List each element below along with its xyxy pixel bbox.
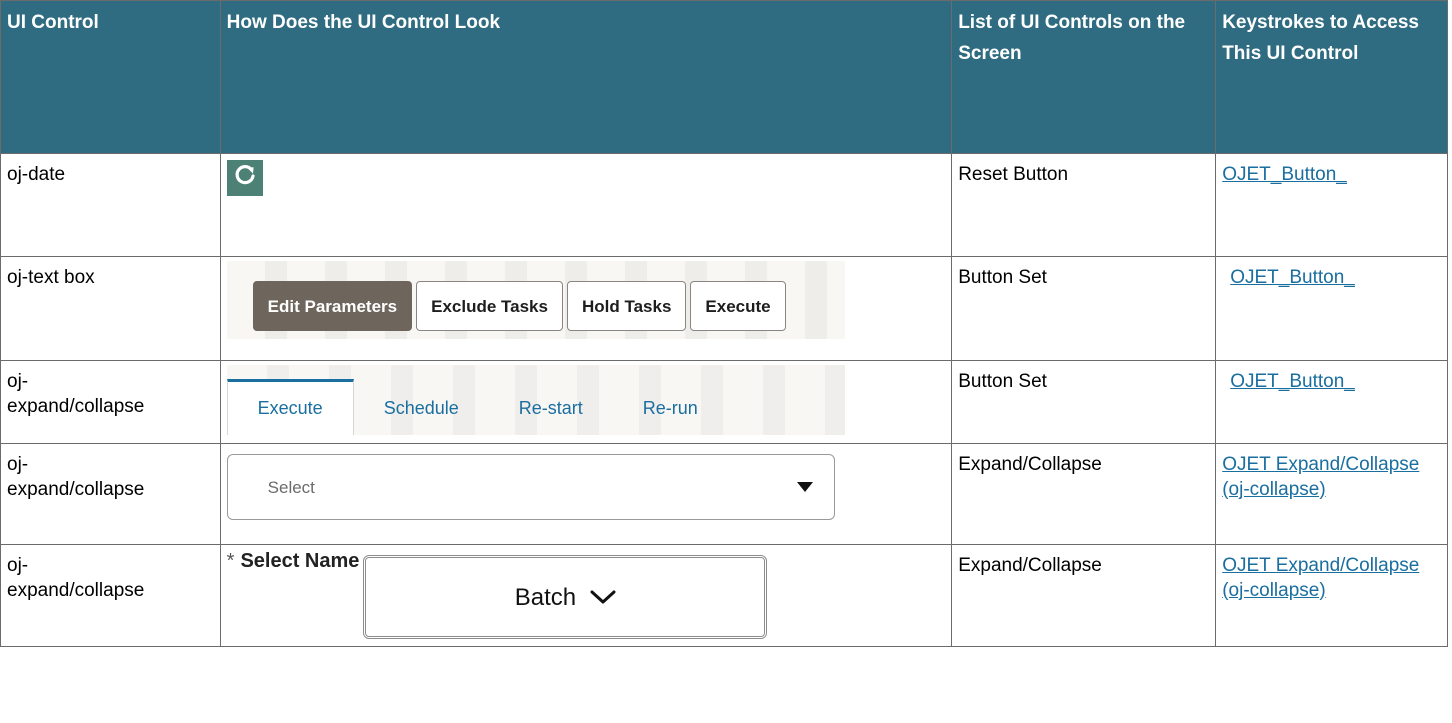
header-how-look: How Does the UI Control Look [219, 0, 953, 154]
header-row: UI Control How Does the UI Control Look … [0, 0, 1448, 154]
button-set-preview: Edit Parameters Exclude Tasks Hold Tasks… [226, 261, 845, 339]
select-name-label: * Select Name [227, 549, 360, 574]
ojet-button-link[interactable]: OJET_Button_ [1230, 371, 1355, 392]
ojet-button-link[interactable]: OJET_Button_ [1230, 267, 1355, 288]
header-keystrokes: Keystrokes to Access This UI Control [1215, 0, 1448, 154]
cell-visual [219, 153, 953, 257]
table-row: oj-date Reset Button OJET_Button_ [0, 153, 1448, 257]
cell-list: Reset Button [951, 153, 1217, 257]
cell-ui-control: oj- expand/collapse [0, 443, 221, 545]
select-name-text: Select Name [240, 550, 360, 572]
cell-keystrokes: OJET Expand/Collapse (oj-collapse) [1215, 443, 1448, 545]
batch-select[interactable]: Batch [363, 555, 768, 639]
tab-execute[interactable]: Execute [226, 379, 354, 435]
cell-visual: Execute Schedule Re-start Re-run [219, 360, 953, 444]
required-marker: * [226, 550, 235, 572]
exclude-tasks-button[interactable]: Exclude Tasks [416, 281, 563, 331]
cell-keystrokes: OJET_Button_ [1215, 256, 1448, 361]
cell-list: Expand/Collapse [951, 443, 1217, 545]
cell-ui-control: oj- expand/collapse [0, 544, 221, 647]
hold-tasks-button[interactable]: Hold Tasks [566, 281, 687, 331]
cell-visual: Edit Parameters Exclude Tasks Hold Tasks… [219, 256, 953, 361]
table-row: oj- expand/collapse * Select Name Batch E… [0, 544, 1448, 647]
button-set: Edit Parameters Exclude Tasks Hold Tasks… [252, 281, 786, 331]
execute-button[interactable]: Execute [690, 281, 786, 331]
table-row: oj-text box Edit Parameters Exclude Task… [0, 256, 1448, 361]
ojet-expand-collapse-link[interactable]: OJET Expand/Collapse (oj-collapse) [1222, 555, 1419, 601]
chevron-down-icon [590, 585, 616, 610]
table-row: oj- expand/collapse Execute Schedule Re-… [0, 360, 1448, 444]
edit-parameters-button[interactable]: Edit Parameters [252, 281, 413, 331]
ojet-expand-collapse-link[interactable]: OJET Expand/Collapse (oj-collapse) [1222, 454, 1419, 500]
select-dropdown[interactable]: Select [226, 454, 835, 520]
tab-bar-preview: Execute Schedule Re-start Re-run [226, 365, 845, 435]
table-row: oj- expand/collapse Select Expand/Collap… [0, 443, 1448, 545]
cell-keystrokes: OJET_Button_ [1215, 360, 1448, 444]
cell-list: Expand/Collapse [951, 544, 1217, 647]
select-name-field: * Select Name Batch [227, 549, 946, 639]
batch-value: Batch [514, 583, 577, 611]
ojet-button-link[interactable]: OJET_Button_ [1222, 164, 1347, 185]
tab-schedule[interactable]: Schedule [354, 379, 489, 435]
cell-visual: Select [219, 443, 953, 545]
header-list-controls: List of UI Controls on the Screen [951, 0, 1217, 154]
refresh-icon [233, 163, 257, 194]
cell-list: Button Set [951, 256, 1217, 361]
caret-down-icon [796, 475, 814, 500]
cell-ui-control: oj-date [0, 153, 221, 257]
select-placeholder: Select [267, 477, 315, 497]
cell-list: Button Set [951, 360, 1217, 444]
cell-keystrokes: OJET Expand/Collapse (oj-collapse) [1215, 544, 1448, 647]
header-ui-control: UI Control [0, 0, 221, 154]
cell-ui-control: oj-text box [0, 256, 221, 361]
reset-button[interactable] [226, 160, 263, 196]
tab-re-run[interactable]: Re-run [613, 379, 728, 435]
ui-controls-table: UI Control How Does the UI Control Look … [0, 0, 1448, 647]
cell-keystrokes: OJET_Button_ [1215, 153, 1448, 257]
cell-ui-control: oj- expand/collapse [0, 360, 221, 444]
tab-re-start[interactable]: Re-start [489, 379, 613, 435]
cell-visual: * Select Name Batch [219, 544, 953, 647]
